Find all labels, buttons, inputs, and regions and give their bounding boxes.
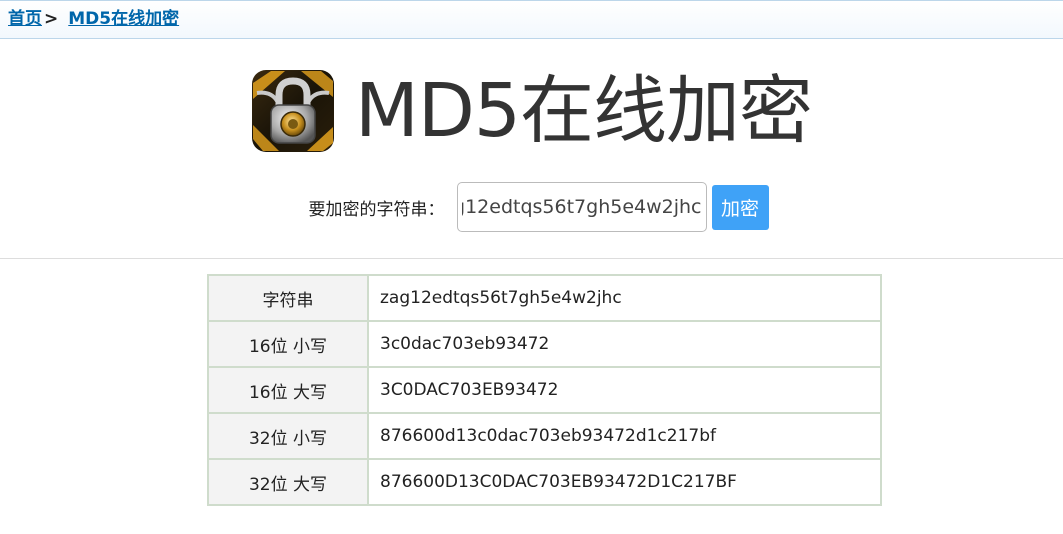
breadcrumb-current-link[interactable]: MD5在线加密 <box>68 9 179 29</box>
row-value: 3C0DAC703EB93472 <box>367 366 882 414</box>
row-value: zag12edtqs56t7gh5e4w2jhc <box>367 274 882 322</box>
table-row: 32位 小写 876600d13c0dac703eb93472d1c217bf <box>207 412 882 460</box>
table-row: 16位 小写 3c0dac703eb93472 <box>207 320 882 368</box>
row-label: 字符串 <box>207 274 369 322</box>
row-value: 876600d13c0dac703eb93472d1c217bf <box>367 412 882 460</box>
encrypt-form: 要加密的字符串： 加密 <box>0 182 1063 232</box>
divider <box>0 258 1063 259</box>
breadcrumb-home-link[interactable]: 首页 <box>8 9 42 29</box>
row-label: 32位 大写 <box>207 458 369 506</box>
row-label: 16位 大写 <box>207 366 369 414</box>
table-row: 字符串 zag12edtqs56t7gh5e4w2jhc <box>207 274 882 322</box>
padlock-icon <box>252 70 335 152</box>
table-row: 32位 大写 876600D13C0DAC703EB93472D1C217BF <box>207 458 882 506</box>
row-label: 32位 小写 <box>207 412 369 460</box>
row-label: 16位 小写 <box>207 320 369 368</box>
result-table: 字符串 zag12edtqs56t7gh5e4w2jhc 16位 小写 3c0d… <box>207 274 882 506</box>
input-label: 要加密的字符串： <box>308 199 445 220</box>
row-value: 876600D13C0DAC703EB93472D1C217BF <box>367 458 882 506</box>
breadcrumb: 首页 > MD5在线加密 <box>0 0 1063 39</box>
page-title: MD5在线加密 <box>355 68 813 154</box>
table-row: 16位 大写 3C0DAC703EB93472 <box>207 366 882 414</box>
breadcrumb-separator: > <box>44 9 59 29</box>
row-value: 3c0dac703eb93472 <box>367 320 882 368</box>
page-header: MD5在线加密 <box>0 66 1063 156</box>
encrypt-button[interactable]: 加密 <box>711 184 769 230</box>
string-input[interactable] <box>456 182 707 232</box>
